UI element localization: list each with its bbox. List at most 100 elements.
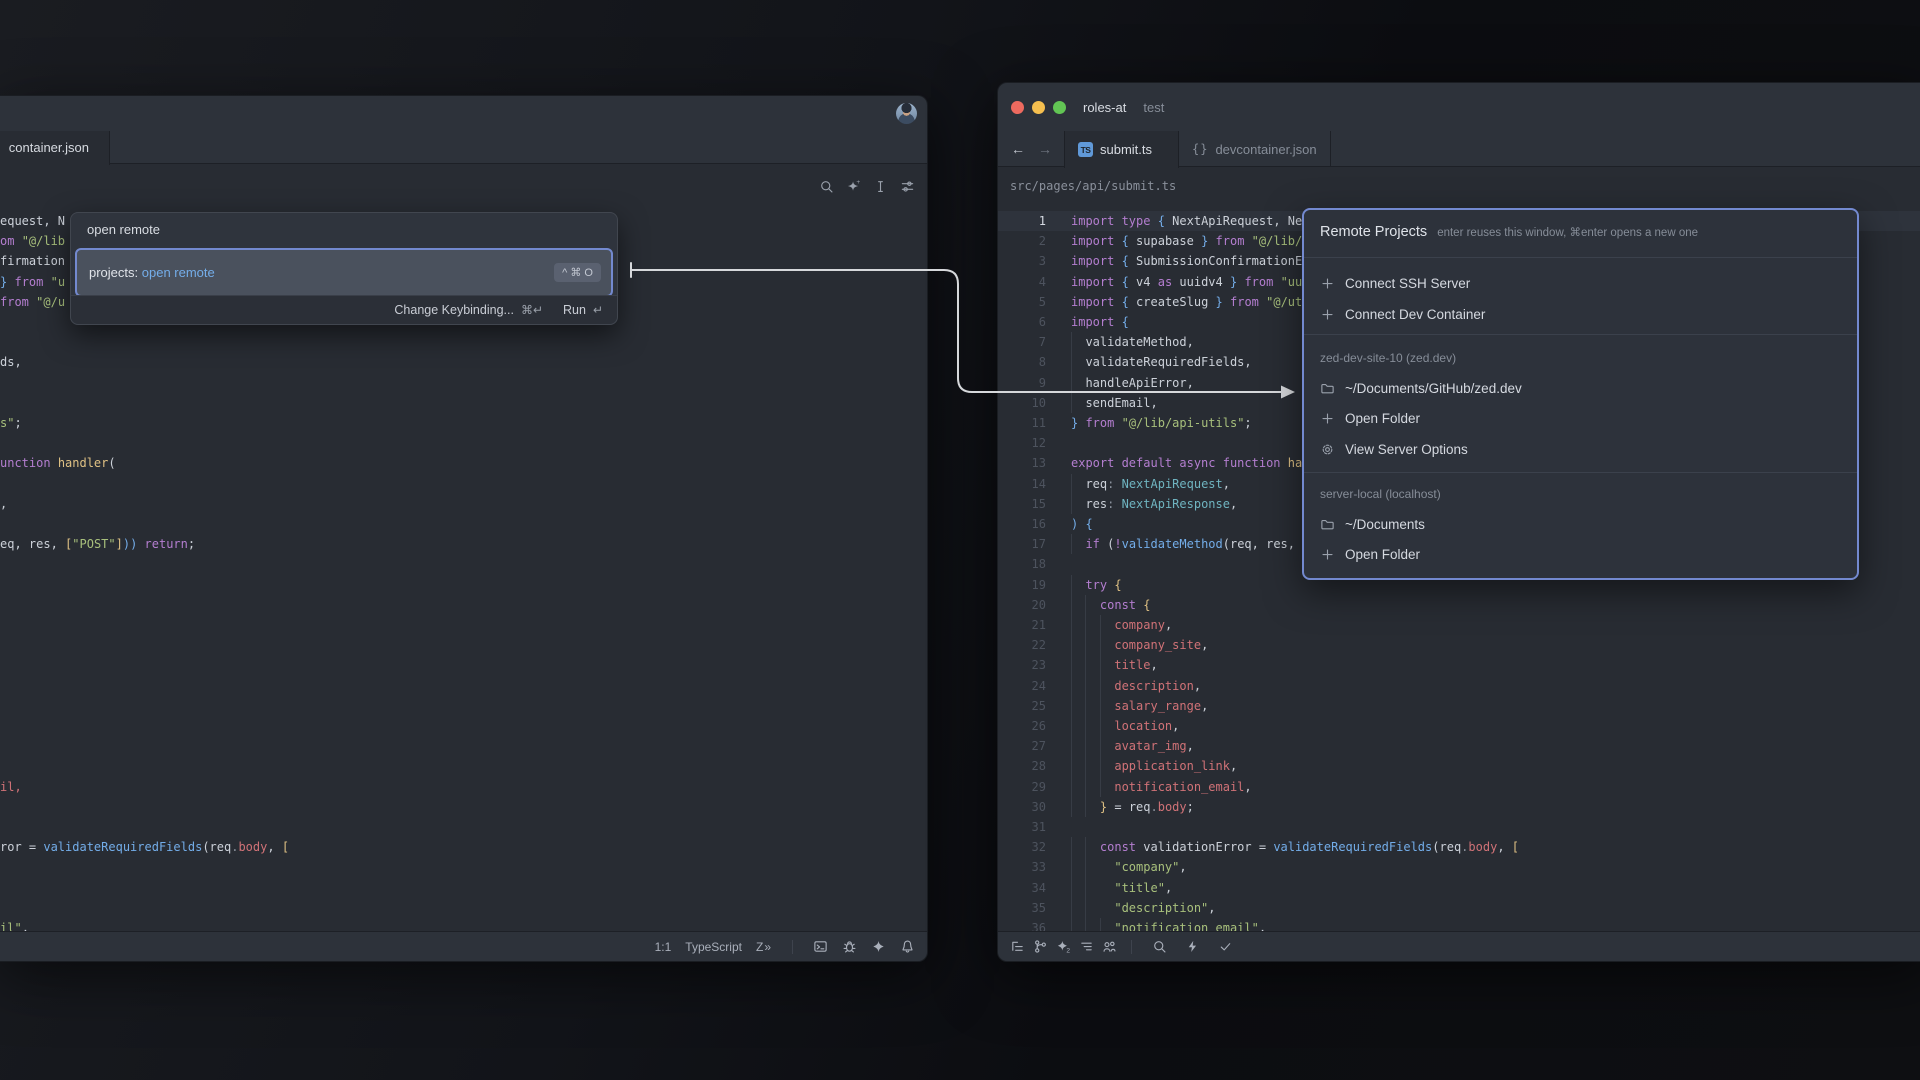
nav-back-icon[interactable]: ←: [1011, 141, 1025, 157]
outline-icon[interactable]: [1079, 939, 1094, 954]
project-panel-icon[interactable]: [1010, 939, 1025, 954]
code-token: validateRequiredFields: [43, 840, 202, 854]
window-project-label[interactable]: test: [1143, 100, 1164, 115]
zoom-button[interactable]: [1053, 101, 1066, 114]
minimize-button[interactable]: [1032, 101, 1045, 114]
code-token: ,: [1165, 881, 1172, 895]
code-token: export default async function: [1071, 456, 1281, 470]
bell-icon[interactable]: [900, 939, 915, 954]
code-token: (req: [1432, 840, 1461, 854]
line-number: 20: [998, 595, 1046, 615]
line-number: 5: [998, 292, 1046, 312]
view-server-options-item[interactable]: View Server Options: [1320, 434, 1841, 464]
project-path-item[interactable]: ~/Documents/GitHub/zed.dev: [1320, 373, 1841, 403]
command-palette-input[interactable]: open remote: [71, 213, 617, 247]
code-token: (: [1100, 537, 1114, 551]
code-token: return: [137, 537, 188, 551]
terminal-icon[interactable]: [813, 939, 828, 954]
tasks-icon[interactable]: [1218, 939, 1233, 954]
search-icon[interactable]: [819, 179, 834, 194]
code-token: "@/lib/api-utils": [1122, 416, 1245, 430]
code-token: [1071, 719, 1114, 733]
tab-submit-ts[interactable]: TS submit.ts: [1064, 131, 1179, 168]
tab-devcontainer-json[interactable]: container.json: [0, 131, 110, 165]
code-token: [1114, 315, 1121, 329]
search-icon[interactable]: [1152, 939, 1167, 954]
code-token: firmation: [0, 254, 65, 268]
connect-ssh-server-item[interactable]: Connect SSH Server: [1320, 268, 1841, 298]
tab-devcontainer-json[interactable]: {} devcontainer.json: [1179, 131, 1331, 167]
braces-icon: {}: [1192, 142, 1208, 156]
debug-icon[interactable]: [842, 939, 857, 954]
edit-prediction-icon[interactable]: Z»: [756, 940, 772, 954]
git-branch-icon[interactable]: [1033, 939, 1048, 954]
matched-text: open remote: [142, 265, 215, 280]
code-token: {: [1158, 214, 1165, 228]
folder-icon: [1320, 517, 1335, 532]
avatar[interactable]: [896, 103, 917, 124]
code-token: ,: [1208, 901, 1215, 915]
code-token: [1114, 416, 1121, 430]
code-token: validateRequiredFields: [1273, 840, 1432, 854]
language-selector[interactable]: TypeScript: [685, 940, 742, 954]
code-token: body: [1468, 840, 1497, 854]
line-number: 25: [998, 696, 1046, 716]
line-number: 8: [998, 352, 1046, 372]
right-tab-bar: ← → TS submit.ts {} devcontainer.json: [998, 131, 1920, 167]
code-token: createSlug: [1129, 295, 1216, 309]
code-token: !: [1114, 537, 1121, 551]
code-token: avatar_img: [1114, 739, 1186, 753]
item-label: ~/Documents/GitHub/zed.dev: [1345, 381, 1522, 396]
code-token: const: [1100, 598, 1136, 612]
line-number: 4: [998, 272, 1046, 292]
code-token: [1071, 860, 1114, 874]
code-token: ,: [1201, 638, 1208, 652]
assistant-2-icon[interactable]: 2: [1056, 939, 1071, 954]
nav-forward-icon[interactable]: →: [1038, 141, 1052, 157]
code-line: 26 location,: [998, 716, 1920, 736]
code-token: import: [1071, 254, 1114, 268]
code-token: [1071, 638, 1114, 652]
code-token: ;: [1244, 416, 1251, 430]
code-line: ror = validateRequiredFields(req.body, [: [0, 837, 927, 857]
change-keybinding-button[interactable]: Change Keybinding...: [394, 303, 514, 317]
code-token: ;: [14, 416, 21, 430]
code-line: 30 } = req.body;: [998, 797, 1920, 817]
code-line: 20 const {: [998, 595, 1920, 615]
code-token: ,: [267, 840, 281, 854]
item-label: View Server Options: [1345, 442, 1468, 457]
line-number: 22: [998, 635, 1046, 655]
code-token: ,: [0, 497, 7, 511]
editor-controls-icon[interactable]: [900, 179, 915, 194]
code-token: validateMethod,: [1071, 335, 1194, 349]
cursor-position[interactable]: 1:1: [655, 940, 672, 954]
open-folder-item[interactable]: Open Folder: [1320, 403, 1841, 433]
close-button[interactable]: [1011, 101, 1024, 114]
command-palette-selected-item[interactable]: projects: open remote ^ ⌘ O: [75, 248, 613, 297]
assistant-icon[interactable]: [871, 939, 886, 954]
connect-dev-container-item[interactable]: Connect Dev Container: [1320, 299, 1841, 329]
right-title-bar[interactable]: roles-at test: [998, 83, 1920, 131]
line-number: 6: [998, 312, 1046, 332]
ibeam-icon[interactable]: [873, 179, 888, 194]
run-button[interactable]: Run: [563, 303, 586, 317]
open-folder-item[interactable]: Open Folder: [1320, 539, 1841, 569]
change-keybinding-keys: ⌘↵: [521, 303, 543, 317]
inline-assist-icon[interactable]: +: [846, 179, 861, 194]
project-path-item[interactable]: ~/Documents: [1320, 509, 1841, 539]
code-token: {: [1122, 315, 1129, 329]
code-line: 31: [998, 817, 1920, 837]
code-token: [1114, 295, 1121, 309]
divider: [1304, 472, 1857, 473]
window-controls: [1011, 101, 1066, 114]
breadcrumb[interactable]: src/pages/api/submit.ts: [998, 167, 1920, 205]
code-line: 28 application_link,: [998, 756, 1920, 776]
line-number: 2: [998, 231, 1046, 251]
collaboration-icon[interactable]: [1102, 939, 1117, 954]
diagnostics-icon[interactable]: [1185, 939, 1200, 954]
item-label: ~/Documents: [1345, 517, 1425, 532]
code-token: validateMethod: [1122, 537, 1223, 551]
left-title-bar[interactable]: [0, 96, 927, 131]
code-token: from: [14, 275, 43, 289]
code-token: notification_email: [1114, 780, 1244, 794]
